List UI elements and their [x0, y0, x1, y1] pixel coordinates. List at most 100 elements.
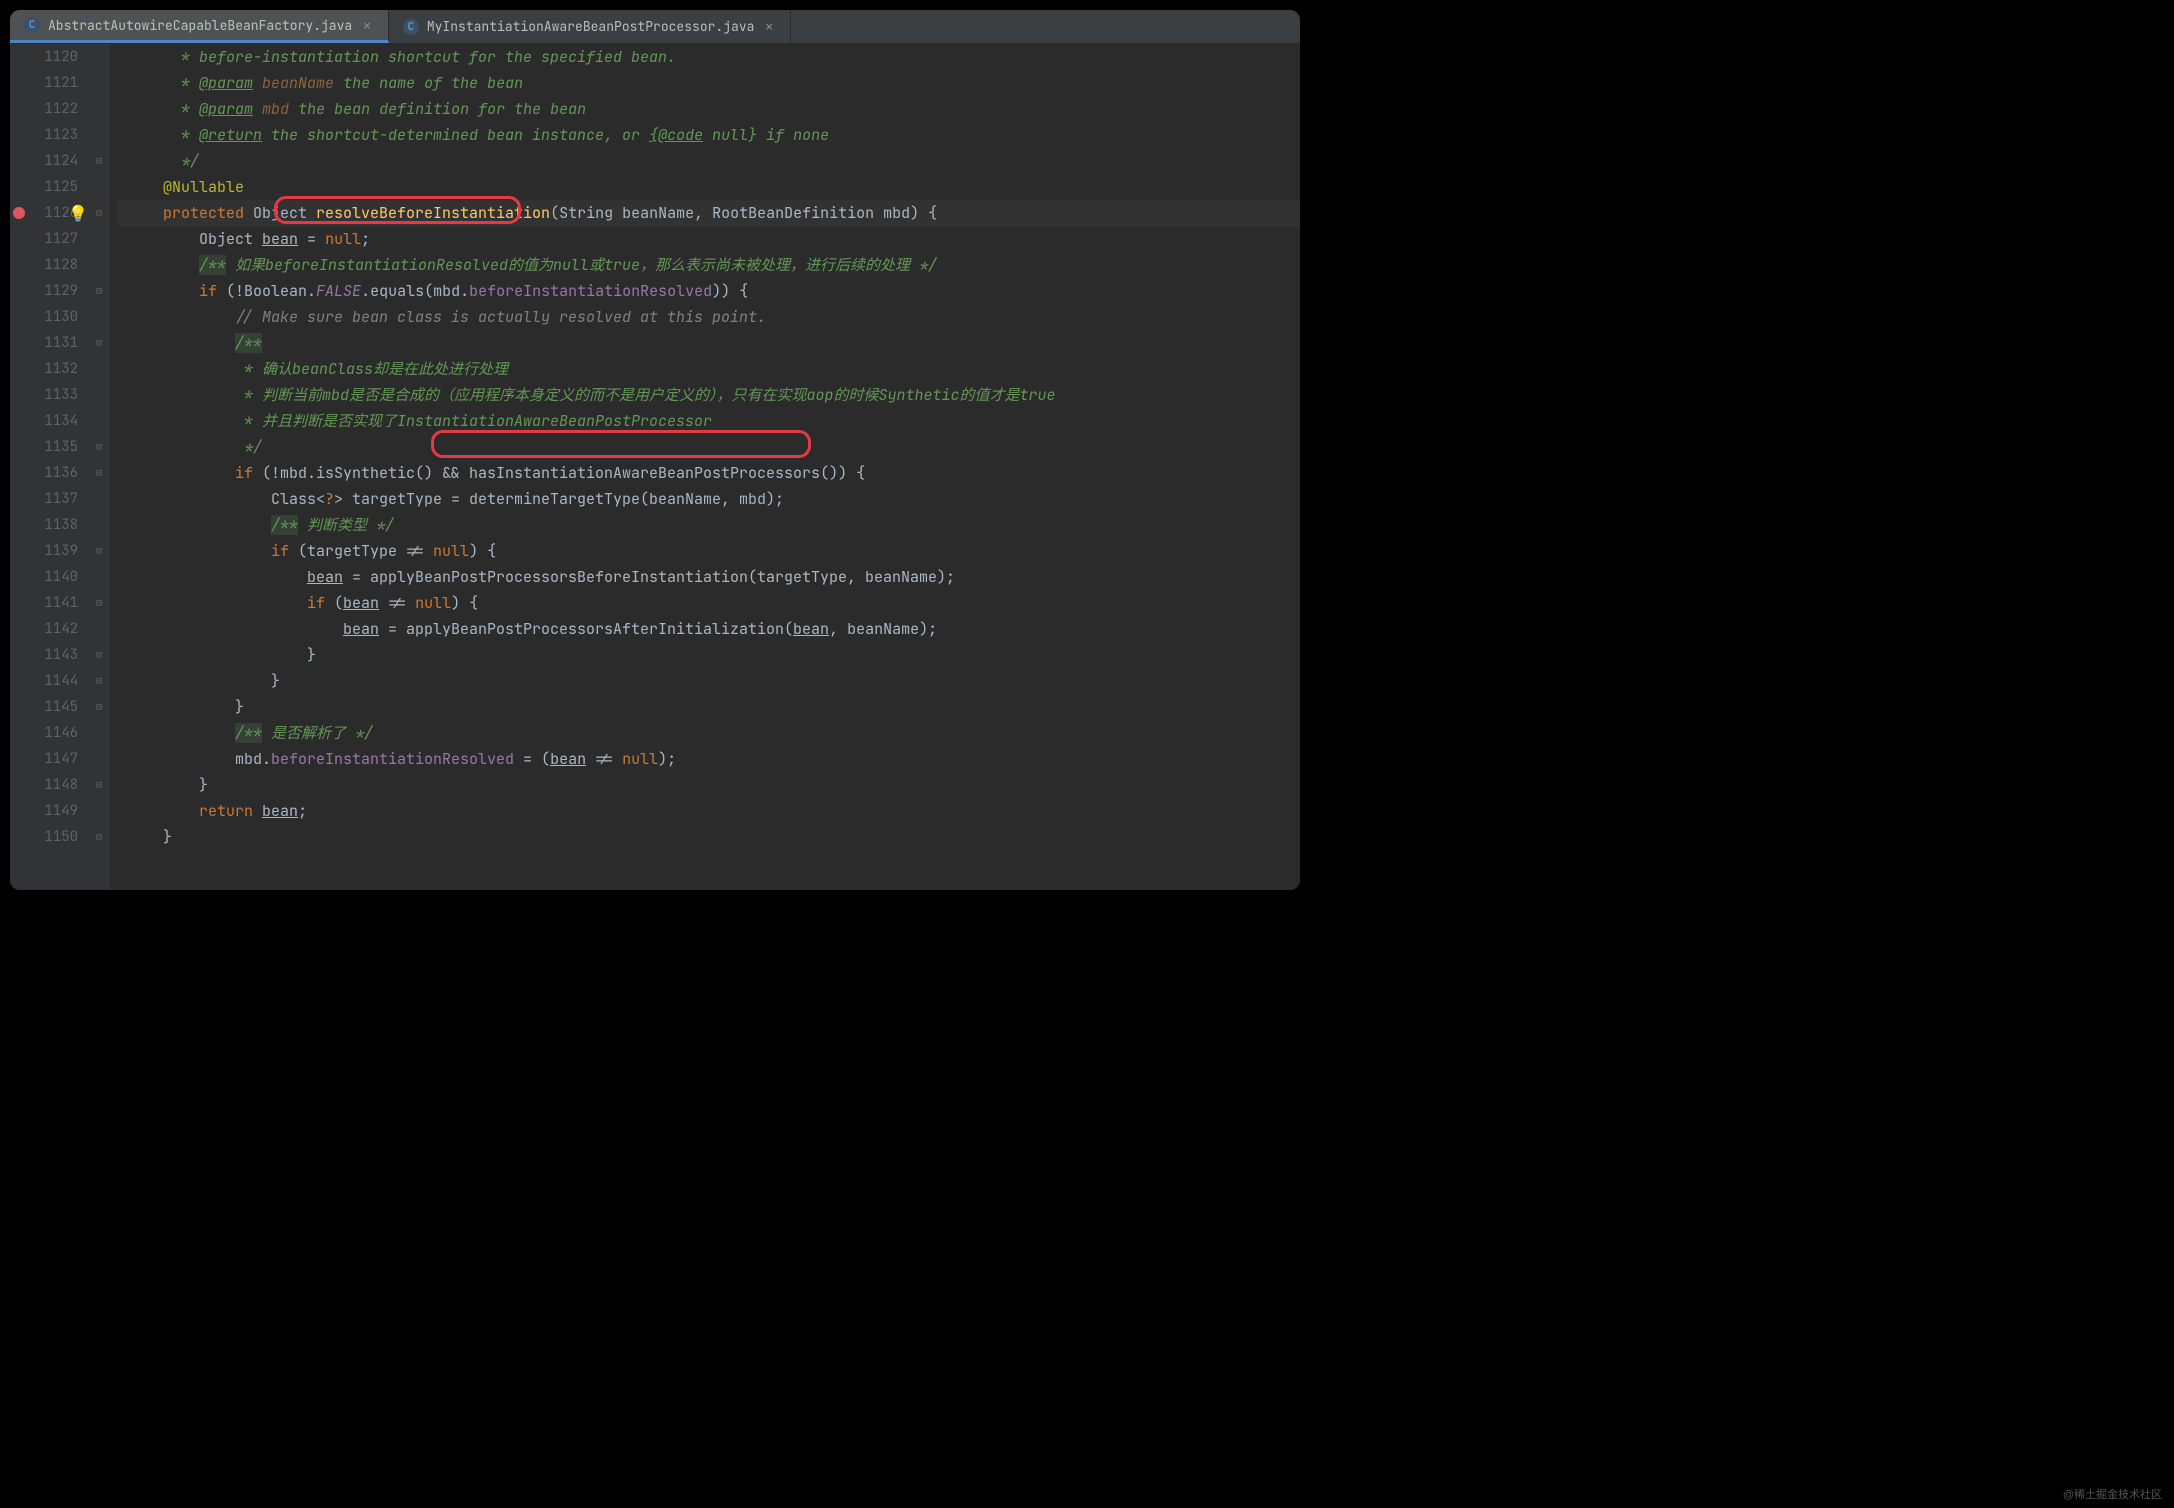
line-number[interactable]: 1150 — [28, 824, 78, 850]
code-line: // Make sure bean class is actually reso… — [118, 304, 1300, 330]
code-line: mbd.beforeInstantiationResolved = (bean … — [118, 746, 1300, 772]
line-number[interactable]: 1127 — [28, 226, 78, 252]
line-number[interactable]: 1142 — [28, 616, 78, 642]
code-line: if (!mbd.isSynthetic() && hasInstantiati… — [118, 460, 1300, 486]
code-line: /** 如果beforeInstantiationResolved的值为null… — [118, 252, 1300, 278]
line-number[interactable]: 1123 — [28, 122, 78, 148]
code-area[interactable]: 💡 * before-instantiation shortcut for th… — [110, 44, 1300, 890]
java-class-icon: C — [24, 17, 40, 33]
fold-marker[interactable] — [88, 122, 110, 148]
fold-marker[interactable] — [88, 616, 110, 642]
code-line: /** — [118, 330, 1300, 356]
code-line: * @param beanName the name of the bean — [118, 70, 1300, 96]
fold-marker[interactable]: ⊟ — [88, 200, 110, 226]
line-number[interactable]: 1133 — [28, 382, 78, 408]
code-line: } — [118, 642, 1300, 668]
code-line: } — [118, 694, 1300, 720]
fold-marker[interactable]: ⊟ — [88, 668, 110, 694]
line-number[interactable]: 1129 — [28, 278, 78, 304]
line-number[interactable]: 1145 — [28, 694, 78, 720]
code-line-current: protected Object resolveBeforeInstantiat… — [118, 200, 1300, 226]
fold-marker[interactable] — [88, 96, 110, 122]
fold-column: ⊟⊟⊟⊟⊟⊟⊟⊟⊟⊟⊟⊟⊟ — [88, 44, 110, 890]
tab-abstract-autowire[interactable]: C AbstractAutowireCapableBeanFactory.jav… — [10, 10, 389, 43]
breakpoint-icon[interactable] — [10, 200, 28, 226]
close-icon[interactable]: × — [762, 16, 776, 37]
line-number[interactable]: 1147 — [28, 746, 78, 772]
line-number[interactable]: 1130 — [28, 304, 78, 330]
fold-marker[interactable] — [88, 44, 110, 70]
line-number[interactable]: 1134 — [28, 408, 78, 434]
code-line: */ — [118, 148, 1300, 174]
fold-marker[interactable]: ⊟ — [88, 772, 110, 798]
line-number[interactable]: 1136 — [28, 460, 78, 486]
tab-label: AbstractAutowireCapableBeanFactory.java — [48, 17, 352, 34]
code-line: * 确认beanClass却是在此处进行处理 — [118, 356, 1300, 382]
line-number[interactable]: 1121 — [28, 70, 78, 96]
fold-marker[interactable] — [88, 252, 110, 278]
fold-marker[interactable]: ⊟ — [88, 824, 110, 850]
fold-marker[interactable] — [88, 304, 110, 330]
code-line: } — [118, 668, 1300, 694]
code-line: if (bean != null) { — [118, 590, 1300, 616]
tab-my-instantiation[interactable]: C MyInstantiationAwareBeanPostProcessor.… — [389, 10, 791, 43]
gutter: 1120112111221123112411251126112711281129… — [10, 44, 110, 890]
line-number[interactable]: 1128 — [28, 252, 78, 278]
fold-marker[interactable] — [88, 746, 110, 772]
code-line: /** 判断类型 */ — [118, 512, 1300, 538]
fold-marker[interactable]: ⊟ — [88, 538, 110, 564]
fold-marker[interactable] — [88, 356, 110, 382]
fold-marker[interactable] — [88, 382, 110, 408]
fold-marker[interactable]: ⊟ — [88, 330, 110, 356]
close-icon[interactable]: × — [360, 15, 374, 36]
code-line: bean = applyBeanPostProcessorsAfterIniti… — [118, 616, 1300, 642]
fold-marker[interactable]: ⊟ — [88, 590, 110, 616]
tab-label: MyInstantiationAwareBeanPostProcessor.ja… — [427, 18, 755, 35]
line-number[interactable]: 1137 — [28, 486, 78, 512]
intention-bulb-icon[interactable]: 💡 — [68, 203, 88, 224]
fold-marker[interactable]: ⊟ — [88, 694, 110, 720]
fold-marker[interactable] — [88, 720, 110, 746]
code-line: } — [118, 772, 1300, 798]
line-number[interactable]: 1140 — [28, 564, 78, 590]
fold-marker[interactable] — [88, 512, 110, 538]
fold-marker[interactable]: ⊟ — [88, 460, 110, 486]
code-line: if (!Boolean.FALSE.equals(mbd.beforeInst… — [118, 278, 1300, 304]
line-number[interactable]: 1146 — [28, 720, 78, 746]
code-line: if (targetType != null) { — [118, 538, 1300, 564]
fold-marker[interactable]: ⊟ — [88, 642, 110, 668]
line-number[interactable]: 1144 — [28, 668, 78, 694]
fold-marker[interactable] — [88, 798, 110, 824]
fold-marker[interactable] — [88, 564, 110, 590]
line-number[interactable]: 1148 — [28, 772, 78, 798]
line-number[interactable]: 1122 — [28, 96, 78, 122]
line-number[interactable]: 1132 — [28, 356, 78, 382]
line-number[interactable]: 1138 — [28, 512, 78, 538]
fold-marker[interactable]: ⊟ — [88, 148, 110, 174]
code-line: * @param mbd the bean definition for the… — [118, 96, 1300, 122]
fold-marker[interactable] — [88, 226, 110, 252]
code-line: * before-instantiation shortcut for the … — [118, 44, 1300, 70]
editor-window: C AbstractAutowireCapableBeanFactory.jav… — [10, 10, 1300, 890]
line-number[interactable]: 1120 — [28, 44, 78, 70]
code-line: Object bean = null; — [118, 226, 1300, 252]
code-line: return bean; — [118, 798, 1300, 824]
fold-marker[interactable] — [88, 174, 110, 200]
line-number[interactable]: 1139 — [28, 538, 78, 564]
fold-marker[interactable]: ⊟ — [88, 278, 110, 304]
line-number[interactable]: 1149 — [28, 798, 78, 824]
code-line: bean = applyBeanPostProcessorsBeforeInst… — [118, 564, 1300, 590]
editor-body: 1120112111221123112411251126112711281129… — [10, 44, 1300, 890]
fold-marker[interactable] — [88, 486, 110, 512]
line-number[interactable]: 1125 — [28, 174, 78, 200]
line-number[interactable]: 1131 — [28, 330, 78, 356]
line-number[interactable]: 1135 — [28, 434, 78, 460]
code-line: Class<?> targetType = determineTargetTyp… — [118, 486, 1300, 512]
line-number[interactable]: 1143 — [28, 642, 78, 668]
line-number[interactable]: 1124 — [28, 148, 78, 174]
fold-marker[interactable] — [88, 70, 110, 96]
line-number[interactable]: 1141 — [28, 590, 78, 616]
fold-marker[interactable]: ⊟ — [88, 434, 110, 460]
fold-marker[interactable] — [88, 408, 110, 434]
code-line: /** 是否解析了 */ — [118, 720, 1300, 746]
